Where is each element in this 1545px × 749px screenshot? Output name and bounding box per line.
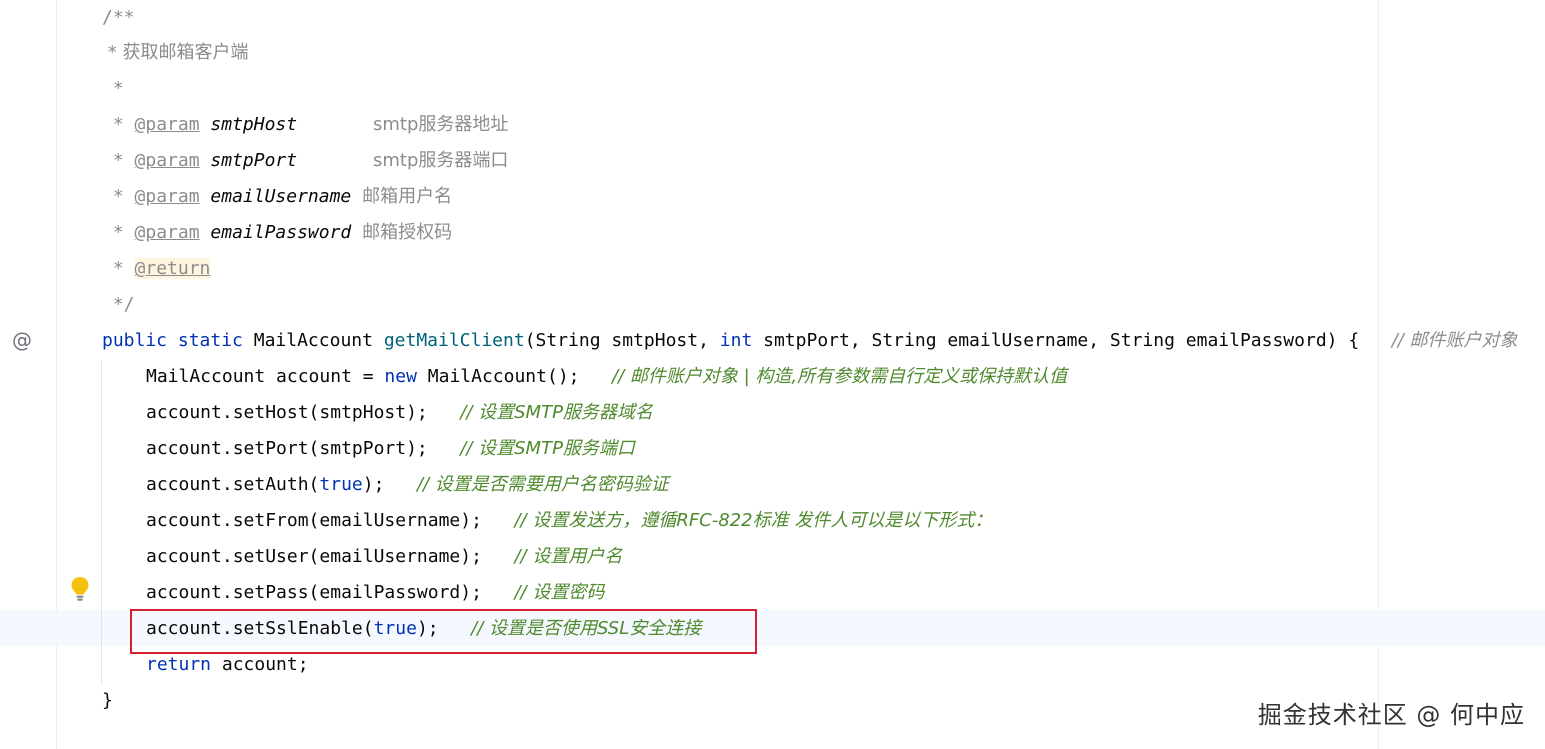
closing-brace: } (102, 690, 113, 711)
param-tag: @param (134, 150, 200, 171)
code-line: MailAccount account = new MailAccount();… (146, 366, 1068, 387)
code-line: account.setHost(smtpHost); // 设置SMTP服务器域… (146, 402, 653, 423)
javadoc-return-line: * @return (102, 258, 211, 279)
param-tag: @param (134, 222, 200, 243)
code-line: account.setPort(smtpPort); // 设置SMTP服务端口 (146, 438, 635, 459)
return-tag: @return (134, 258, 211, 279)
javadoc-param-line: * @param smtpHost smtp服务器地址 (102, 114, 509, 135)
watermark: 掘金技术社区 @ 何中应 (1257, 701, 1525, 729)
javadoc-param-line: * @param smtpPort smtp服务器端口 (102, 150, 509, 171)
javadoc-open: /** (102, 7, 135, 28)
javadoc-param-line: * @param emailPassword 邮箱授权码 (102, 222, 453, 243)
code-line: account.setFrom(emailUsername); // 设置发送方… (146, 510, 993, 531)
javadoc-param-line: * @param emailUsername 邮箱用户名 (102, 186, 453, 207)
param-tag: @param (134, 114, 200, 135)
code-line: account.setPass(emailPassword); // 设置密码 (146, 582, 605, 603)
param-tag: @param (134, 186, 200, 207)
highlight-annotation-box (130, 609, 757, 654)
method-signature: public static MailAccount getMailClient(… (102, 330, 1518, 351)
code-line: account.setUser(emailUsername); // 设置用户名 (146, 546, 623, 567)
javadoc-blank: * (102, 78, 124, 99)
method-name[interactable]: getMailClient (384, 330, 525, 351)
code-line: account.setAuth(true); // 设置是否需要用户名密码验证 (146, 474, 669, 495)
javadoc-close: */ (102, 294, 135, 315)
javadoc-summary: * 获取邮箱客户端 (102, 42, 249, 63)
